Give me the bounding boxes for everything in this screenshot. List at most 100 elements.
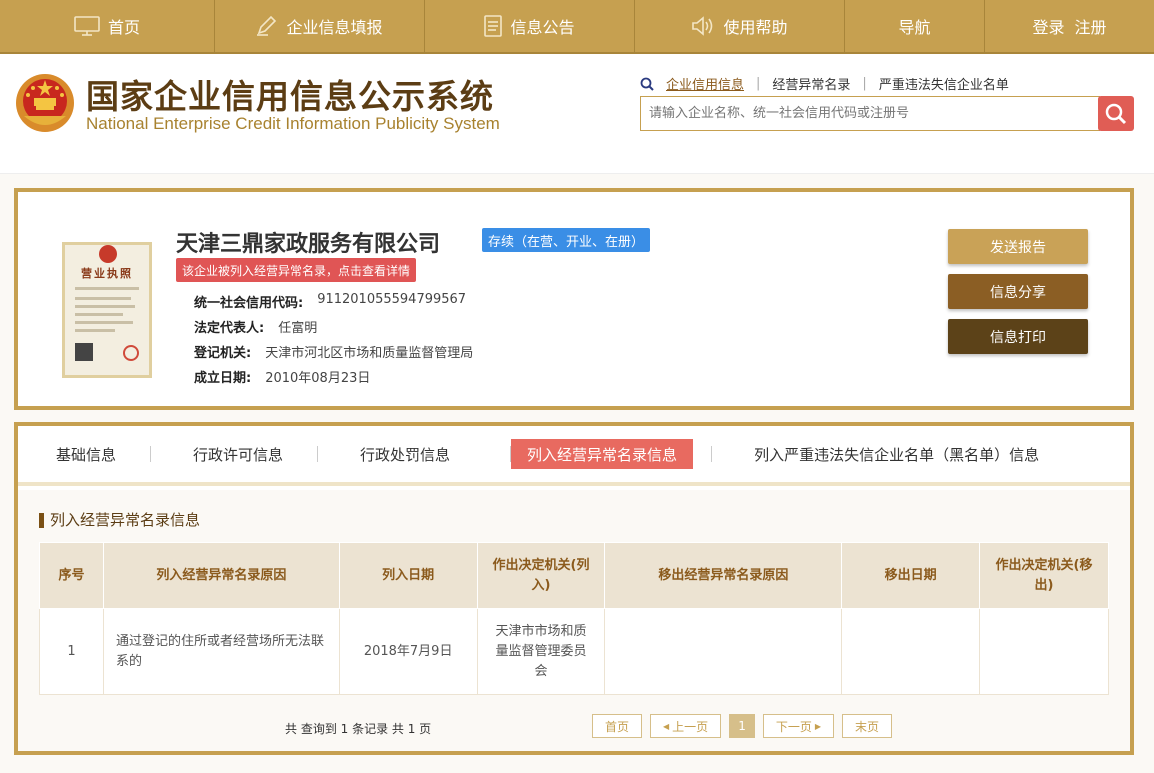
credit-code-label: 统一社会信用代码:: [194, 296, 304, 311]
credit-code-row: 统一社会信用代码: 911201055594799567: [194, 292, 466, 311]
tab-abnormal-list[interactable]: 列入经营异常名录信息: [511, 439, 694, 469]
nav-help-label: 使用帮助: [723, 18, 788, 37]
top-nav: 首页 企业信息填报 信息公告 使用帮助 导航 登录 注册: [0, 0, 1154, 54]
nav-account: 登录 注册: [985, 0, 1154, 52]
legal-rep-label: 法定代表人:: [194, 321, 265, 336]
magnifier-icon: [1105, 103, 1127, 124]
abnormal-alert-link[interactable]: 该企业被列入经营异常名录，点击查看详情: [176, 258, 417, 282]
search-input[interactable]: [640, 96, 1100, 131]
license-line: [75, 313, 123, 316]
established-date-value: 2010年08月23日: [265, 371, 371, 386]
col-listing-date: 列入日期: [338, 542, 478, 609]
first-page-button[interactable]: 首页: [592, 714, 643, 738]
register-link[interactable]: 注册: [1075, 14, 1107, 38]
tab-basic-info[interactable]: 基础信息: [56, 439, 116, 469]
established-date-label: 成立日期:: [194, 371, 252, 386]
license-line: [75, 321, 133, 324]
nav-announcement-label: 信息公告: [510, 18, 575, 37]
license-line: [75, 287, 139, 290]
search-type-switcher: 企业信用信息 | 经营异常名录 | 严重违法失信企业名单: [640, 74, 1009, 93]
nav-home[interactable]: 首页: [0, 0, 215, 52]
tab-divider: [150, 446, 152, 462]
nav-home-label: 首页: [107, 18, 140, 37]
document-icon: [484, 15, 503, 37]
detail-panel: 基础信息 行政许可信息 行政处罚信息 列入经营异常名录信息 列入严重违法失信企业…: [14, 422, 1134, 755]
license-line: [75, 297, 131, 300]
col-removal-date: 移出日期: [841, 542, 981, 609]
next-page-button[interactable]: 下一页 ▶: [762, 714, 834, 738]
nav-navigation-label: 导航: [898, 18, 931, 37]
pagination-summary: 共 查询到 1 条记录 共 1 页: [285, 722, 432, 736]
license-stamp: [123, 345, 139, 361]
registration-authority-row: 登记机关: 天津市河北区市场和质量监督管理局: [194, 342, 473, 361]
cell-listing-authority: 天津市市场和质量监督管理委员会: [476, 608, 606, 695]
legal-rep-row: 法定代表人: 任富明: [194, 317, 317, 336]
tab-admin-license[interactable]: 行政许可信息: [193, 439, 283, 469]
tab-admin-penalty[interactable]: 行政处罚信息: [360, 439, 450, 469]
cell-listing-date: 2018年7月9日: [338, 608, 478, 695]
search-type-credit-info[interactable]: 企业信用信息: [666, 74, 744, 93]
license-qr-code: [75, 343, 93, 361]
prev-page-button[interactable]: ◀ 上一页: [650, 714, 722, 738]
caret-left-icon: ◀: [663, 721, 670, 731]
registration-authority-value: 天津市河北区市场和质量监督管理局: [265, 346, 474, 361]
registration-authority-label: 登记机关:: [194, 346, 252, 361]
cell-index: 1: [39, 608, 104, 695]
cell-removal-authority: [979, 608, 1109, 695]
license-title: 营业执照: [81, 267, 133, 280]
table-row: 1 通过登记的住所或者经营场所无法联系的 2018年7月9日 天津市市场和质量监…: [39, 608, 1109, 695]
print-info-button[interactable]: 信息打印: [948, 319, 1088, 354]
tab-divider: [317, 446, 319, 462]
table-header-row: 序号 列入经营异常名录原因 列入日期 作出决定机关(列入) 移出经营异常名录原因…: [39, 542, 1109, 609]
license-line: [75, 305, 135, 308]
cell-removal-reason: [604, 608, 843, 695]
cell-listing-reason: 通过登记的住所或者经营场所无法联系的: [102, 608, 340, 695]
search-type-abnormal-list[interactable]: 经营异常名录: [772, 74, 850, 93]
nav-help[interactable]: 使用帮助: [635, 0, 845, 52]
search-type-blacklist[interactable]: 严重违法失信企业名单: [879, 74, 1009, 93]
pen-icon: [257, 16, 277, 36]
col-removal-authority: 作出决定机关(移出): [979, 542, 1109, 609]
search-button[interactable]: [1098, 96, 1134, 131]
cell-removal-date: [841, 608, 981, 695]
abnormal-list-table: 序号 列入经营异常名录原因 列入日期 作出决定机关(列入) 移出经营异常名录原因…: [39, 542, 1109, 695]
divider: |: [862, 76, 867, 91]
col-listing-reason: 列入经营异常名录原因: [102, 542, 340, 609]
prev-page-label: 上一页: [672, 719, 709, 734]
tab-blacklist[interactable]: 列入严重违法失信企业名单（黑名单）信息: [754, 439, 1039, 469]
company-card: 营业执照 天津三鼎家政服务有限公司 存续（在营、开业、在册） 该企业被列入经营异…: [14, 188, 1134, 410]
nav-enterprise-report[interactable]: 企业信息填报: [215, 0, 425, 52]
abnormal-list-section: 列入经营异常名录信息 序号 列入经营异常名录原因 列入日期 作出决定机关(列入)…: [18, 490, 1130, 751]
main-content: 营业执照 天津三鼎家政服务有限公司 存续（在营、开业、在册） 该企业被列入经营异…: [0, 174, 1154, 773]
national-emblem-icon: [16, 74, 74, 132]
established-date-row: 成立日期: 2010年08月23日: [194, 367, 370, 386]
credit-code-value: 911201055594799567: [317, 292, 467, 307]
site-title-english: National Enterprise Credit Information P…: [86, 114, 500, 133]
info-tabs: 基础信息 行政许可信息 行政处罚信息 列入经营异常名录信息 列入严重违法失信企业…: [18, 426, 1130, 486]
last-page-button[interactable]: 末页: [842, 714, 893, 738]
monitor-icon: [74, 16, 100, 36]
col-index: 序号: [39, 542, 104, 609]
divider: |: [756, 76, 761, 91]
site-title: 国家企业信用信息公示系统: [86, 77, 494, 116]
section-title: 列入经营异常名录信息: [39, 513, 200, 528]
caret-right-icon: ▶: [814, 721, 821, 731]
col-removal-reason: 移出经营异常名录原因: [604, 542, 843, 609]
current-page-button[interactable]: 1: [729, 714, 755, 738]
license-seal: [99, 245, 117, 263]
business-license-image[interactable]: 营业执照: [62, 242, 152, 378]
site-header: 国家企业信用信息公示系统 National Enterprise Credit …: [0, 54, 1154, 174]
nav-navigation[interactable]: 导航: [845, 0, 985, 52]
nav-announcement[interactable]: 信息公告: [425, 0, 635, 52]
nav-enterprise-report-label: 企业信息填报: [286, 18, 383, 37]
company-name: 天津三鼎家政服务有限公司: [176, 232, 441, 257]
tab-divider: [711, 446, 713, 462]
status-badge: 存续（在营、开业、在册）: [482, 228, 651, 252]
legal-rep-value: 任富明: [278, 321, 318, 336]
speaker-icon: [692, 16, 713, 36]
col-listing-authority: 作出决定机关(列入): [476, 542, 606, 609]
login-link[interactable]: 登录: [1032, 14, 1064, 38]
share-info-button[interactable]: 信息分享: [948, 274, 1088, 309]
next-page-label: 下一页: [775, 719, 812, 734]
send-report-button[interactable]: 发送报告: [948, 229, 1088, 264]
